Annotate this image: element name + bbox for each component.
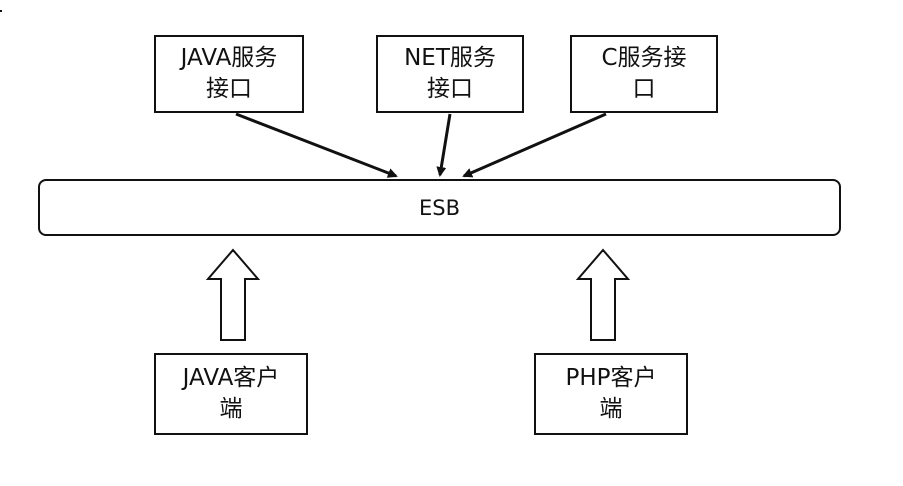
arrow-java-service-to-esb [235, 112, 398, 178]
esb-architecture-diagram: JAVA服务 接口 NET服务 接口 C服务接 口 ESB JAVA客户 端 P… [0, 0, 903, 486]
block-arrow-php-client-to-esb [575, 248, 631, 341]
net-service-label-line-2: 接口 [427, 76, 473, 102]
java-client-label-line-1: JAVA客户 [182, 365, 280, 391]
c-service-interface-node: C服务接 口 [570, 35, 718, 113]
java-service-label-line-2: 接口 [206, 76, 252, 102]
arrow-c-service-to-esb [462, 112, 607, 178]
esb-label: ESB [418, 195, 460, 220]
net-service-label-line-1: NET服务 [404, 45, 496, 71]
php-client-label-line-1: PHP客户 [565, 365, 657, 391]
c-service-label-line-1: C服务接 [601, 45, 687, 71]
net-service-interface-node: NET服务 接口 [376, 35, 524, 113]
java-client-node: JAVA客户 端 [154, 353, 308, 435]
esb-bus-node: ESB [38, 179, 841, 236]
php-client-node: PHP客户 端 [534, 353, 688, 435]
arrow-net-service-to-esb [436, 113, 452, 177]
java-client-label-line-2: 端 [219, 396, 243, 422]
java-service-label-line-1: JAVA服务 [180, 45, 278, 71]
php-client-label-line-2: 端 [599, 396, 623, 422]
block-arrow-java-client-to-esb [205, 248, 261, 341]
java-service-interface-node: JAVA服务 接口 [154, 35, 304, 113]
c-service-label-line-2: 口 [632, 76, 656, 102]
